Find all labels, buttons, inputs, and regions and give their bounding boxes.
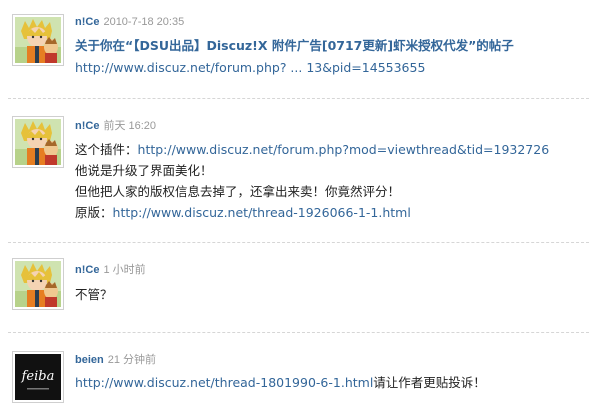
post-time: 前天 16:20	[103, 120, 157, 132]
author-link[interactable]: n!Ce	[75, 16, 99, 28]
feed-item: n!Ce 前天 16:20 这个插件：http://www.discuz.net/…	[0, 100, 595, 240]
avatar[interactable]	[12, 116, 64, 168]
thread-link[interactable]: http://www.discuz.net/thread-1926066-1-1…	[113, 205, 411, 220]
text-suffix: 请让作者更贴投诉！	[373, 375, 486, 390]
anime-character-avatar-icon	[15, 261, 61, 307]
author-link[interactable]: n!Ce	[75, 120, 99, 132]
post-text-line: 但他把人家的版权信息去掉了，还拿出来卖！你竟然评分！	[75, 184, 401, 199]
post-meta: n!Ce 1 小时前	[75, 263, 146, 277]
text-prefix: 这个插件：	[75, 142, 138, 157]
feed-item: n!Ce 2010-7-18 20:35 关于你在“【DSU出品】Discuz!X…	[0, 0, 595, 95]
feed-item: feiba beien 21 分钟前 http://www.discuz.net/…	[0, 334, 595, 414]
feed-item: n!Ce 1 小时前 不管？	[0, 244, 595, 330]
author-link[interactable]: n!Ce	[75, 264, 99, 276]
thread-link[interactable]: http://www.discuz.net/forum.php? ... 13&…	[75, 60, 425, 75]
feiba-logo-icon: feiba	[15, 354, 61, 400]
divider	[8, 98, 589, 99]
text-prefix: 原版：	[75, 205, 113, 220]
thread-link[interactable]: http://www.discuz.net/thread-1801990-6-1…	[75, 375, 373, 390]
anime-character-avatar-icon	[15, 119, 61, 165]
post-text-line: http://www.discuz.net/thread-1801990-6-1…	[75, 374, 486, 392]
post-text-line: 原版：http://www.discuz.net/thread-1926066-…	[75, 204, 411, 222]
anime-character-avatar-icon	[15, 17, 61, 63]
avatar[interactable]: feiba	[12, 351, 64, 403]
author-link[interactable]: beien	[75, 354, 104, 366]
divider	[8, 242, 589, 243]
post-time: 1 小时前	[103, 264, 146, 276]
logo-text: feiba	[21, 369, 55, 384]
thread-title: 关于你在“【DSU出品】Discuz!X 附件广告[0717更新]虾米授权代发”…	[75, 38, 514, 53]
divider	[8, 332, 589, 333]
thread-link[interactable]: http://www.discuz.net/forum.php?mod=view…	[138, 142, 550, 157]
post-time: 21 分钟前	[107, 354, 157, 366]
post-text-line: 他说是升级了界面美化！	[75, 163, 213, 178]
avatar[interactable]	[12, 258, 64, 310]
post-text-line: 不管？	[75, 287, 113, 302]
post-meta: n!Ce 前天 16:20	[75, 119, 156, 133]
post-link-line: http://www.discuz.net/forum.php? ... 13&…	[75, 59, 425, 77]
notification-feed: n!Ce 2010-7-18 20:35 关于你在“【DSU出品】Discuz!X…	[0, 0, 595, 414]
post-text-line: 这个插件：http://www.discuz.net/forum.php?mod…	[75, 141, 549, 159]
post-meta: n!Ce 2010-7-18 20:35	[75, 15, 184, 29]
avatar[interactable]	[12, 14, 64, 66]
post-meta: beien 21 分钟前	[75, 353, 156, 367]
post-time: 2010-7-18 20:35	[103, 16, 185, 28]
